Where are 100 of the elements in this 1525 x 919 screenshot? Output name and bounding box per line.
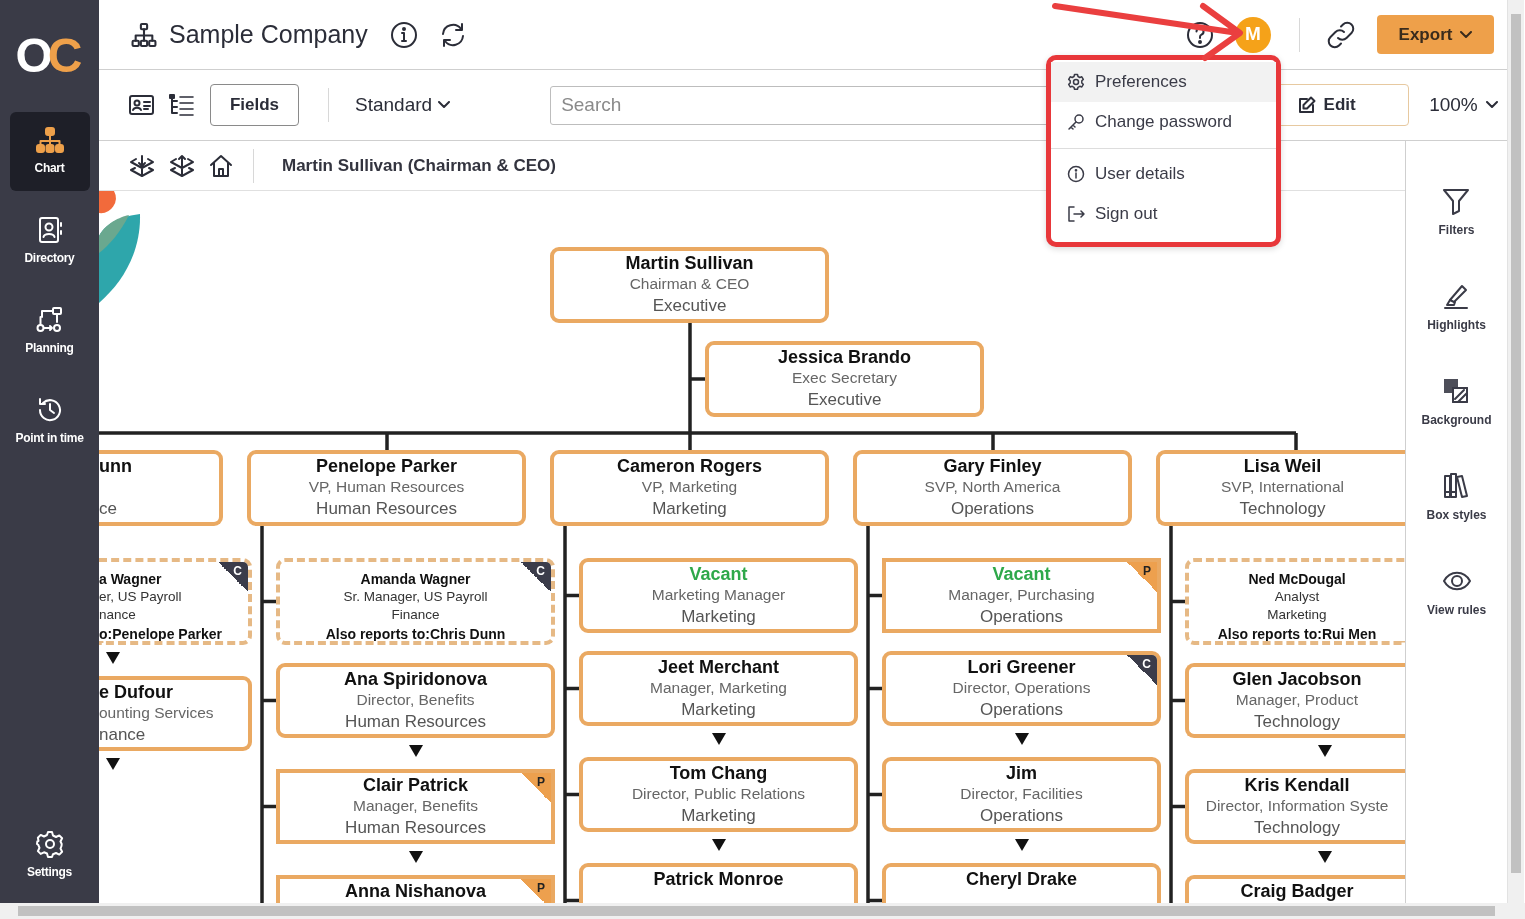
sidebar-item[interactable]: Settings — [9, 816, 90, 895]
side-panel-button[interactable]: Background — [1415, 376, 1498, 471]
org-node[interactable]: Cameron Rogers VP, Marketing Marketing — [550, 450, 829, 526]
org-node[interactable]: Vacant Manager, Purchasing Operations P — [882, 558, 1161, 633]
scrollbar-thumb[interactable] — [1511, 14, 1521, 873]
job-title: SVP, International — [1221, 477, 1344, 497]
zoom-dropdown[interactable]: 100% — [1423, 89, 1504, 121]
job-title: Manager, Product — [1235, 690, 1359, 710]
fields-button[interactable]: Fields — [210, 84, 299, 126]
org-node[interactable]: Lori Greener Director, Operations Operations C — [882, 651, 1161, 726]
job-title: Manager, Purchasing — [948, 585, 1095, 605]
expand-icon[interactable] — [105, 652, 120, 664]
chevron-down-icon — [438, 101, 451, 109]
person-name: Clair Patrick — [362, 775, 469, 795]
person-name: Jessica Brando — [777, 347, 912, 367]
info-icon[interactable] — [389, 20, 418, 49]
org-node[interactable]: Tom Chang Director, Public Relations Marketing — [579, 757, 858, 832]
org-node[interactable]: Vacant Marketing Manager Marketing — [579, 558, 858, 633]
corner-tag: C — [521, 562, 551, 592]
expand-levels-icon[interactable] — [129, 153, 155, 178]
books-icon — [1442, 472, 1471, 500]
sidebar-item[interactable]: Point in time — [9, 382, 90, 461]
org-chart-icon — [35, 126, 64, 154]
person-name: Craig Badger — [1240, 881, 1354, 901]
scrollbar-thumb[interactable] — [18, 906, 1495, 916]
info-icon — [1067, 165, 1085, 183]
org-node[interactable]: Craig Badger — [1185, 875, 1405, 903]
org-node[interactable]: Ana Spiridonova Director, Benefits Human Resources — [276, 663, 555, 738]
side-panel-button[interactable]: Filters — [1432, 186, 1481, 281]
help-icon[interactable] — [1186, 20, 1214, 49]
org-node[interactable]: unn ce — [99, 450, 223, 526]
horizontal-scrollbar[interactable] — [0, 903, 1525, 919]
vertical-scrollbar[interactable] — [1507, 0, 1524, 903]
side-panel-button[interactable]: Box styles — [1420, 471, 1493, 566]
expand-icon[interactable] — [1014, 839, 1029, 851]
person-name: Gary Finley — [943, 456, 1042, 476]
tree-list-icon[interactable] — [169, 94, 194, 116]
org-node[interactable]: Ned McDougal Analyst Marketing Also reports to:Rui Men — [1185, 558, 1405, 645]
layout-dropdown[interactable]: Standard — [349, 89, 457, 121]
org-node[interactable]: Clair Patrick Manager, Benefits Human Resources P — [276, 769, 555, 844]
department-name: Marketing — [1267, 606, 1327, 624]
org-node[interactable]: Penelope Parker VP, Human Resources Human Resources — [247, 450, 526, 526]
link-icon[interactable] — [1325, 20, 1357, 49]
org-node[interactable]: Jessica Brando Exec Secretary Executive — [705, 341, 984, 417]
org-node[interactable]: Jim Director, Facilities Operations — [882, 757, 1161, 832]
person-name: Jim — [1006, 763, 1037, 783]
sign-out-icon — [1067, 205, 1085, 223]
breadcrumb-text: Martin Sullivan (Chairman & CEO) — [282, 154, 556, 177]
sidebar-item[interactable]: Directory — [9, 202, 90, 281]
home-icon[interactable] — [209, 153, 233, 178]
chevron-down-icon — [1485, 101, 1498, 109]
org-node[interactable]: Lisa Weil SVP, International Technology — [1156, 450, 1405, 526]
org-node[interactable]: Anna Nishanova P — [276, 875, 555, 903]
org-node[interactable]: Jeet Merchant Manager, Marketing Marketing — [579, 651, 858, 726]
person-name: Penelope Parker — [315, 456, 458, 476]
also-reports-note: Also reports to:Rui Men — [1217, 625, 1377, 641]
expand-icon[interactable] — [1317, 745, 1332, 757]
org-node[interactable]: a Wagner er, US Payroll nance o:Penelope Parker C — [99, 558, 252, 645]
person-name: Jeet Merchant — [657, 657, 779, 677]
person-name: Patrick Monroe — [653, 869, 784, 889]
side-panel-button[interactable]: View rules — [1420, 566, 1493, 661]
org-node[interactable]: Cheryl Drake — [882, 863, 1161, 903]
also-reports-note: o:Penelope Parker — [99, 625, 222, 641]
department-name: Operations — [979, 606, 1064, 628]
job-title: Exec Secretary — [791, 368, 898, 388]
expand-icon[interactable] — [711, 733, 726, 745]
org-node[interactable]: Martin Sullivan Chairman & CEO Executive — [550, 247, 829, 323]
org-node[interactable]: Kris Kendall Director, Information Syste Technology — [1185, 769, 1405, 844]
id-card-icon[interactable] — [129, 95, 154, 115]
org-node[interactable]: e Dufour ounting Services nance — [99, 676, 252, 751]
expand-icon[interactable] — [408, 745, 423, 757]
side-panel-button[interactable]: Highlights — [1421, 281, 1492, 376]
expand-icon[interactable] — [1317, 851, 1332, 863]
sidebar-item[interactable]: Chart — [9, 112, 90, 191]
sidebar-item[interactable]: Planning — [9, 292, 90, 371]
collapse-levels-icon[interactable] — [169, 153, 195, 178]
department-name: Technology — [1239, 498, 1326, 520]
org-node[interactable]: Gary Finley SVP, North America Operations — [853, 450, 1132, 526]
department-name: Marketing — [681, 699, 756, 721]
expand-icon[interactable] — [711, 839, 726, 851]
corner-tag: P — [521, 879, 551, 903]
expand-icon[interactable] — [105, 758, 120, 770]
org-node[interactable]: Patrick Monroe — [579, 863, 858, 903]
job-title: Director, Information Syste — [1205, 796, 1389, 816]
menu-item[interactable]: Sign out — [1051, 194, 1276, 234]
expand-icon[interactable] — [408, 851, 423, 863]
person-name: Glen Jacobson — [1232, 669, 1362, 689]
menu-item[interactable]: User details — [1051, 154, 1276, 194]
org-node[interactable]: Amanda Wagner Sr. Manager, US Payroll Finance Also reports to:Chris Dunn C — [276, 558, 555, 645]
person-name: Martin Sullivan — [625, 253, 754, 273]
department-name: Operations — [979, 699, 1064, 721]
expand-icon[interactable] — [1014, 733, 1029, 745]
job-title: ounting Services — [99, 703, 214, 723]
export-button[interactable]: Export — [1377, 15, 1494, 54]
person-name: e Dufour — [99, 682, 173, 702]
job-title: Director, Benefits — [356, 690, 475, 710]
org-node[interactable]: Glen Jacobson Manager, Product Technology — [1185, 663, 1405, 738]
menu-item[interactable]: Preferences — [1051, 62, 1276, 102]
hatched-squares-icon — [1442, 377, 1471, 405]
department-name: nance — [99, 606, 136, 624]
